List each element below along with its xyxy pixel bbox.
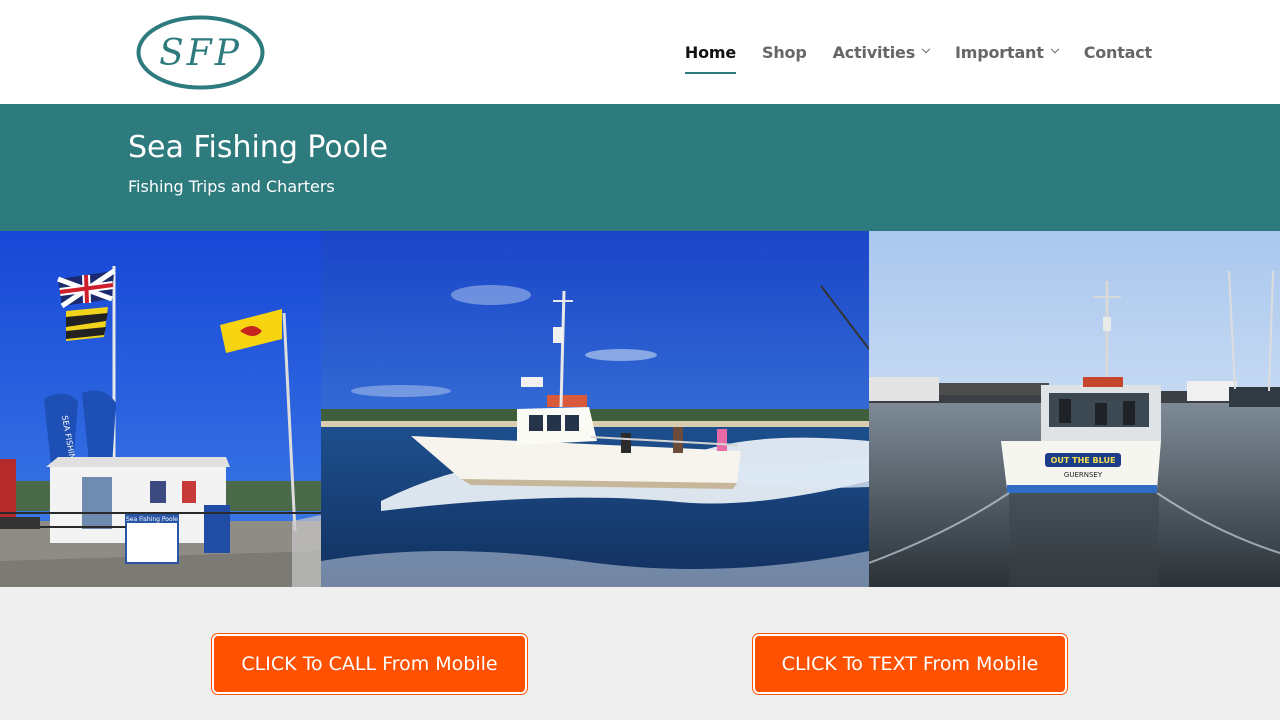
title-banner: Sea Fishing Poole Fishing Trips and Char… [0,104,1280,231]
nav-activities[interactable]: Activities [832,0,931,104]
site-title: Sea Fishing Poole [128,130,388,165]
shop-sign-text: Sea Fishing Poole [126,516,178,523]
nav-contact[interactable]: Contact [1083,0,1153,104]
chevron-down-icon [1050,44,1059,54]
nav-shop[interactable]: Shop [762,0,807,104]
nav-activities-label: Activities [832,42,916,62]
site-header: SFP Home Shop Activities Important Conta… [0,0,1280,104]
site-subtitle: Fishing Trips and Charters [128,177,335,196]
logo-text: SFP [159,33,242,74]
boat-name: OUT THE BLUE [1051,456,1116,465]
nav-home[interactable]: Home [684,0,737,104]
nav-shop-label: Shop [762,42,807,62]
nav-contact-label: Contact [1083,42,1153,62]
main-nav: Home Shop Activities Important Contact [659,0,1152,104]
photo-strip: SEA FISHING Sea Fishing Poole OUT THE BL… [0,231,1280,587]
photo-harbour: OUT THE BLUE GUERNSEY [869,231,1280,587]
photo-boat [321,231,869,587]
site-logo[interactable]: SFP [136,15,265,90]
boat-home-port: GUERNSEY [1064,471,1103,479]
nav-important-label: Important [955,42,1044,62]
call-from-mobile-button[interactable]: CLICK To CALL From Mobile [212,634,527,694]
chevron-down-icon [921,44,931,54]
photo-shop: SEA FISHING Sea Fishing Poole [0,231,321,587]
text-from-mobile-button[interactable]: CLICK To TEXT From Mobile [753,634,1067,694]
nav-important[interactable]: Important [955,0,1059,104]
nav-home-label: Home [684,42,737,62]
